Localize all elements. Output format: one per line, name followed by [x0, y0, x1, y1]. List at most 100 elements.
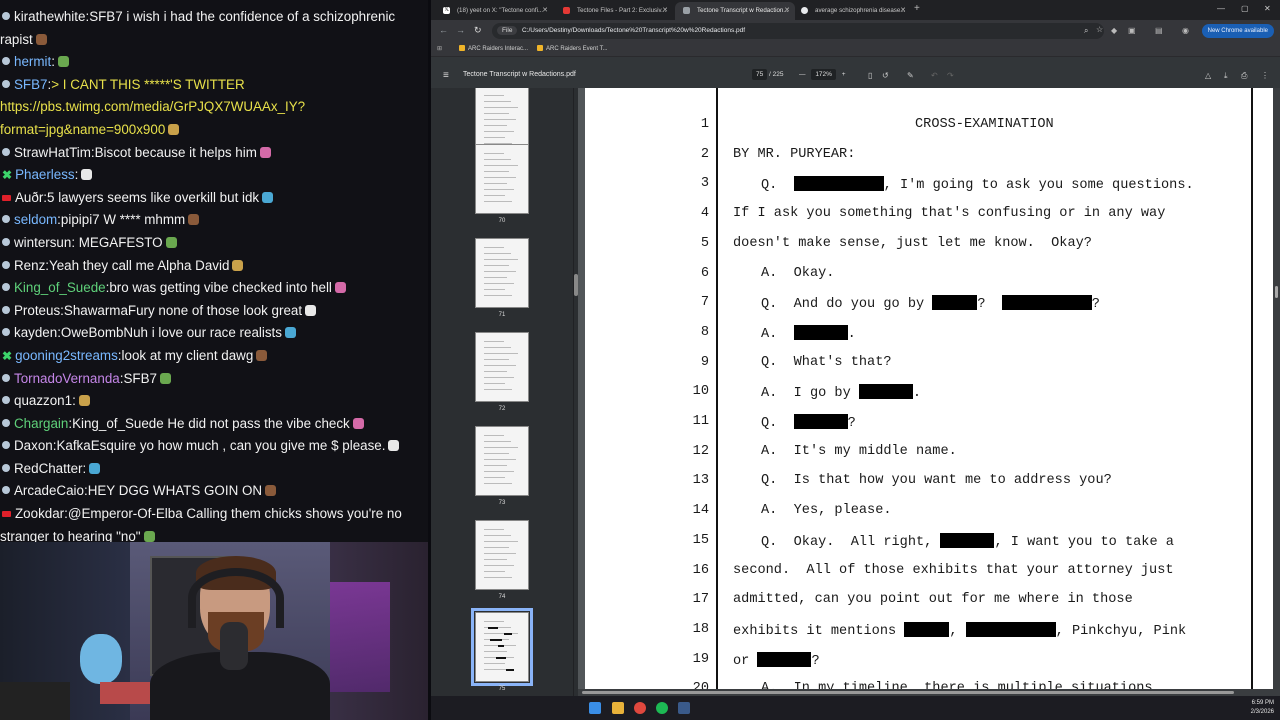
tab-google[interactable]: average schizophrenia disease... ✕ [793, 2, 911, 20]
horizontal-scroll-thumb[interactable] [582, 691, 1234, 694]
close-icon[interactable]: ✕ [784, 6, 790, 14]
bookmark-item[interactable]: ARC Raiders Event T... [537, 45, 608, 52]
thumbnail-page-number: 70 [498, 218, 506, 224]
line-number: 16 [692, 562, 709, 578]
section-heading: CROSS-EXAMINATION [915, 117, 1054, 132]
document-scrollbar[interactable] [1273, 88, 1280, 689]
minimize-icon[interactable]: — [1217, 4, 1225, 13]
bookmark-item[interactable]: ARC Raiders Interac... [459, 45, 528, 52]
tab-x[interactable]: 𝕏 (18) yeet on X: "Tectone confi... ✕ [435, 2, 553, 20]
chat-username[interactable]: wintersun [14, 235, 71, 250]
redo-icon[interactable]: ↷ [947, 71, 954, 80]
chat-username[interactable]: RedChatter [14, 461, 82, 476]
undo-icon[interactable]: ↶ [931, 71, 938, 80]
new-tab-icon[interactable]: + [914, 3, 920, 14]
thumbnail-text-line [484, 131, 514, 132]
chat-username[interactable]: kayden [14, 325, 57, 340]
page-thumbnail[interactable] [475, 144, 529, 214]
close-icon[interactable]: ✕ [542, 6, 548, 14]
zoom-input[interactable]: 172% [811, 69, 836, 80]
chat-username[interactable]: gooning2streams [15, 348, 118, 363]
chat-username[interactable]: quazzon1 [14, 393, 72, 408]
chat-username[interactable]: kirathewhite [14, 9, 85, 24]
thumbnail-text-line [484, 553, 516, 554]
chat-username[interactable]: hermit [14, 54, 51, 69]
back-icon[interactable]: ← [439, 25, 448, 35]
text-segment: If I ask you something that's confusing … [733, 206, 1166, 222]
page-thumbnail[interactable] [475, 426, 529, 496]
thumbnail-text-line [484, 663, 505, 664]
extension-icon[interactable]: ◆ [1111, 26, 1117, 35]
chrome-icon[interactable] [634, 702, 646, 714]
pdf-top-spacer [431, 57, 1280, 64]
rotate-icon[interactable]: ↺ [882, 71, 889, 80]
chat-username[interactable]: TornadoVernanda [14, 371, 120, 386]
chat-username[interactable]: Zookdar [15, 506, 64, 521]
chat-username[interactable]: Renz [14, 258, 45, 273]
file-chip: File [497, 26, 518, 35]
drive-icon[interactable]: △ [1205, 71, 1211, 80]
chat-username[interactable]: King_of_Suede [14, 280, 106, 295]
page-thumbnail[interactable] [475, 520, 529, 590]
bookmark-star-icon[interactable]: ☆ [1096, 25, 1103, 34]
chat-message: RedChatter: [0, 458, 428, 481]
close-window-icon[interactable]: ✕ [1264, 4, 1271, 13]
more-icon[interactable]: ⋮ [1261, 71, 1269, 80]
tab-label: Tectone Transcript w Redaction... [697, 7, 789, 14]
spotify-icon[interactable] [656, 702, 668, 714]
chat-username[interactable]: Phaerless [15, 167, 75, 182]
page-number-input[interactable]: 75 [752, 69, 768, 80]
page-thumbnail[interactable] [475, 238, 529, 308]
chat-username[interactable]: seldom [14, 212, 57, 227]
document-scroll-thumb[interactable] [1275, 286, 1278, 298]
chat-username[interactable]: SFB7 [14, 77, 48, 92]
chat-text: OweBombNuh i love our race realists [60, 325, 282, 341]
apps-icon[interactable]: ⊞ [437, 45, 442, 52]
chat-username[interactable]: ArcadeCaio [14, 483, 84, 498]
update-chrome-button[interactable]: New Chrome available [1201, 24, 1274, 38]
thumbnail-text-line [484, 651, 507, 652]
menu-icon[interactable]: ≡ [443, 70, 449, 81]
tab-youtube[interactable]: Tectone Files - Part 2: Exclusiv... ✕ [555, 2, 673, 20]
clock-time: 6:59 PM [1251, 700, 1274, 706]
file-explorer-icon[interactable] [612, 702, 624, 714]
thumbnail-text-line [484, 153, 504, 154]
print-icon[interactable]: ⎙ [1241, 71, 1247, 81]
close-icon[interactable]: ✕ [900, 6, 906, 14]
page-thumbnail[interactable] [475, 332, 529, 402]
chat-emote-icon [232, 259, 244, 271]
profile-icon[interactable]: ◉ [1182, 26, 1189, 35]
zoom-icon[interactable]: ⌕ [1084, 26, 1088, 36]
reload-icon[interactable]: ↻ [474, 25, 482, 36]
tab-pdf[interactable]: Tectone Transcript w Redaction... ✕ [675, 2, 795, 20]
zoom-in-icon[interactable]: + [842, 71, 846, 78]
maximize-icon[interactable]: ▢ [1241, 4, 1249, 13]
zoom-out-icon[interactable]: — [799, 71, 806, 78]
download-icon[interactable]: ⤓ [1224, 71, 1228, 81]
chat-text: Biscot because it helps him [94, 144, 257, 160]
page-thumbnail[interactable] [471, 608, 533, 686]
horizontal-scrollbar[interactable] [578, 689, 1280, 696]
chat-username[interactable]: Daxon [14, 438, 53, 453]
chat-username[interactable]: StrawHatTim [14, 145, 91, 160]
chat-message: Daxon:KafkaEsquire yo how much , can you… [0, 435, 428, 458]
chat-username[interactable]: Chargain [14, 416, 68, 431]
chat-badge-icon: ✖ [2, 348, 13, 363]
text-segment: A. It's my middle name. [761, 443, 957, 459]
close-icon[interactable]: ✕ [662, 6, 668, 14]
google-icon [801, 7, 808, 14]
start-icon[interactable] [589, 702, 601, 714]
chat-username[interactable]: Auðr [15, 190, 43, 205]
chat-username[interactable]: Proteus [14, 303, 60, 318]
bookmark-icon [459, 45, 465, 51]
annotate-icon[interactable]: ✎ [907, 71, 914, 80]
side-panel-icon[interactable]: ▤ [1155, 26, 1163, 35]
thumbnail-text-line [484, 271, 516, 272]
thumbnail-text-line [484, 465, 507, 466]
fit-page-icon[interactable]: ▯ [868, 71, 872, 80]
address-bar[interactable]: File C:/Users/Destiny/Downloads/Tectone%… [492, 23, 1104, 39]
forward-icon[interactable]: → [456, 25, 465, 35]
steam-icon[interactable] [678, 702, 690, 714]
pdf-page: 1 CROSS-EXAMINATION 2 BY MR. PURYEAR: 3 Q. , … [585, 88, 1275, 696]
extension-icon[interactable]: ▣ [1128, 26, 1136, 35]
